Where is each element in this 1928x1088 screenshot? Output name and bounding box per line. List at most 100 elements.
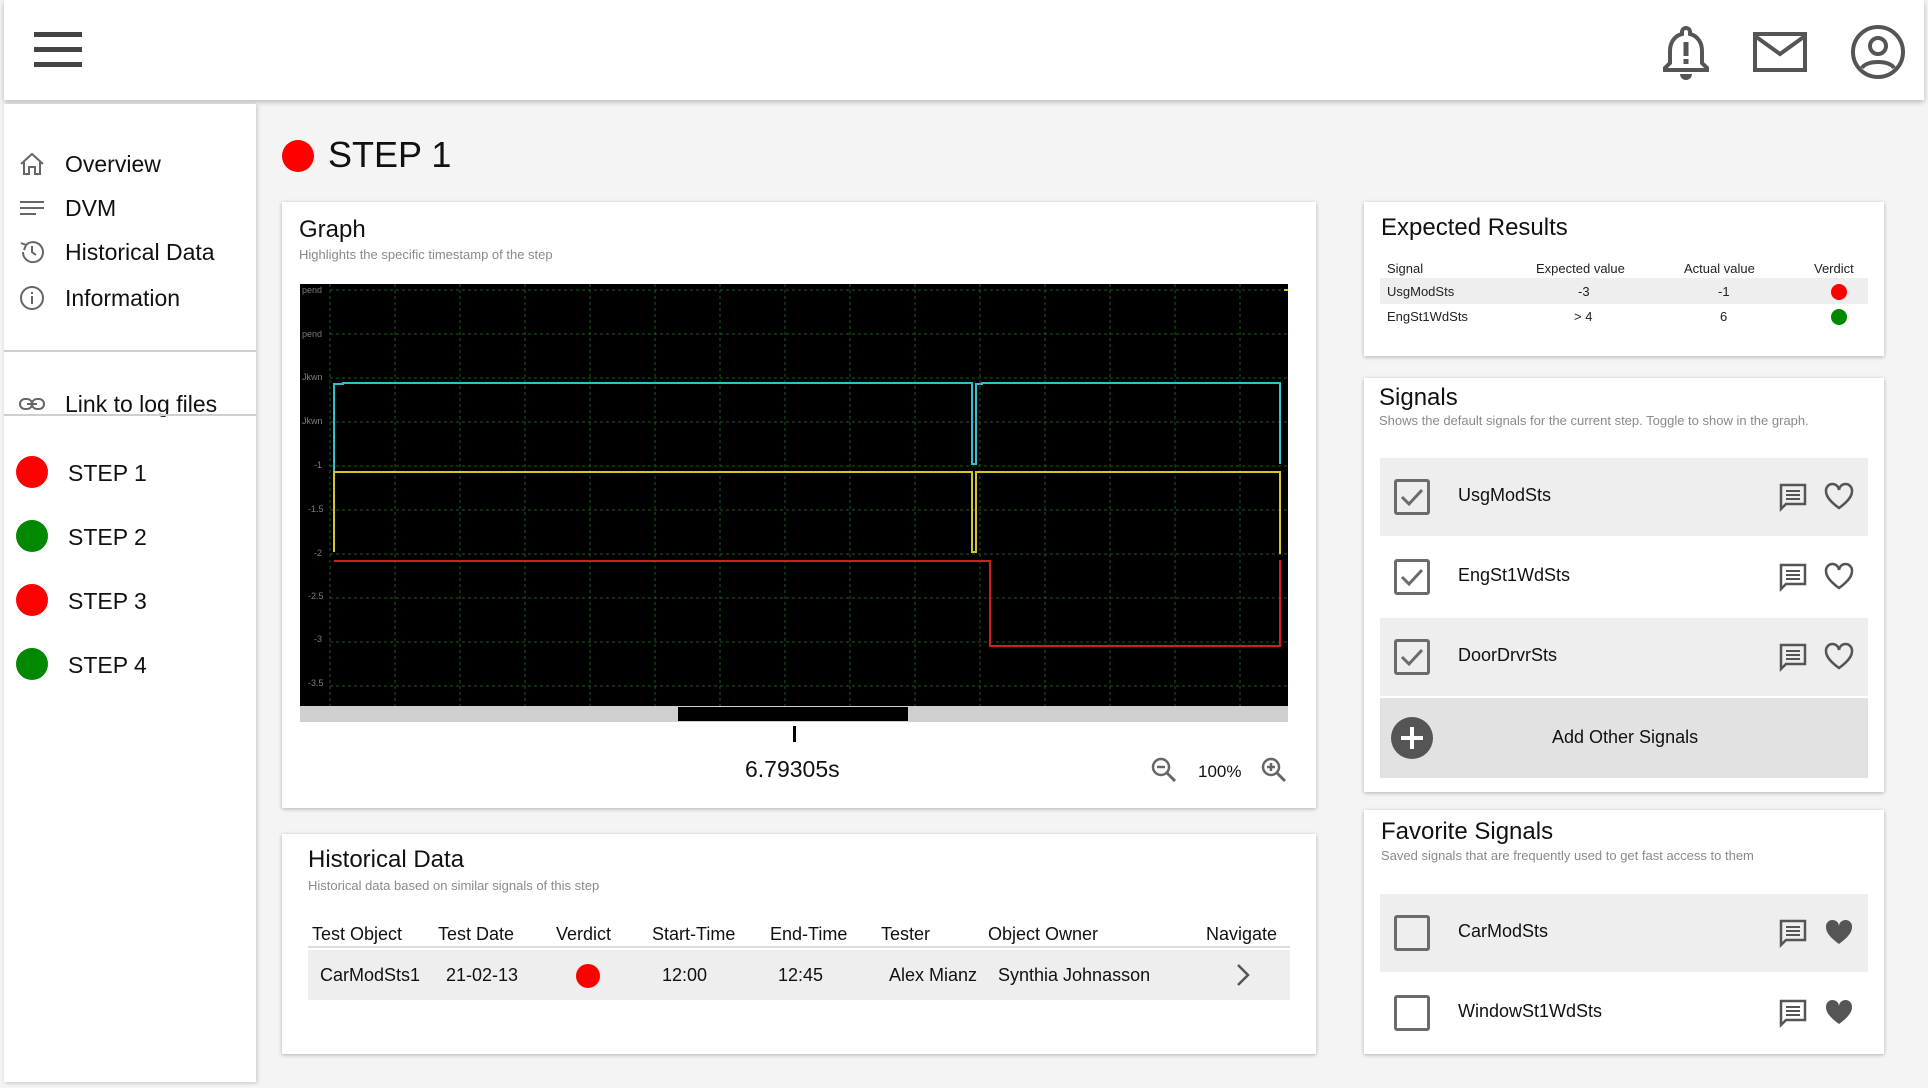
favorite-checkbox[interactable] bbox=[1394, 915, 1430, 951]
home-icon bbox=[20, 152, 44, 175]
signal-row-doordrvrsts[interactable]: DoorDrvrSts bbox=[1380, 618, 1868, 696]
signal-row-usgmodsts[interactable]: UsgModSts bbox=[1380, 458, 1868, 536]
y-tick-label: -2.5 bbox=[308, 591, 324, 601]
nav-label: Overview bbox=[65, 150, 161, 177]
cell-signal: UsgModSts bbox=[1387, 284, 1455, 299]
step-label: STEP 3 bbox=[68, 588, 147, 614]
checkmark-icon bbox=[1400, 488, 1424, 507]
account-icon[interactable] bbox=[1848, 22, 1908, 82]
nav-item-information[interactable]: Information bbox=[4, 278, 256, 318]
step-label: STEP 4 bbox=[68, 652, 147, 678]
nav-item-dvm[interactable]: DVM bbox=[4, 188, 256, 228]
verdict-dot-pass bbox=[1831, 309, 1847, 325]
chevron-right-icon[interactable] bbox=[1234, 962, 1252, 988]
favorite-row-windowst1wdsts[interactable]: WindowSt1WdSts bbox=[1380, 974, 1868, 1052]
signal-row-engst1wdsts[interactable]: EngSt1WdSts bbox=[1380, 538, 1868, 616]
status-dot-pass bbox=[16, 520, 48, 552]
column-header: End-Time bbox=[770, 924, 848, 944]
signal-checkbox[interactable] bbox=[1394, 559, 1430, 595]
comment-icon[interactable] bbox=[1778, 482, 1808, 512]
nav-label: Information bbox=[65, 284, 181, 311]
menu-icon[interactable] bbox=[34, 32, 84, 68]
column-header: Navigate bbox=[1206, 924, 1278, 944]
favorites-title: Favorite Signals bbox=[1381, 818, 1554, 845]
cell-expected: > 4 bbox=[1574, 309, 1593, 324]
column-header: Actual value bbox=[1684, 261, 1755, 276]
verdict-dot-fail bbox=[576, 964, 600, 988]
heart-filled-icon[interactable] bbox=[1824, 998, 1854, 1028]
zoom-level: 100% bbox=[1198, 762, 1242, 781]
zoom-out-icon[interactable] bbox=[1150, 756, 1178, 784]
cell-start-time: 12:00 bbox=[662, 965, 708, 985]
comment-icon[interactable] bbox=[1778, 998, 1808, 1028]
favorite-checkbox[interactable] bbox=[1394, 995, 1430, 1031]
favorite-label: CarModSts bbox=[1458, 921, 1549, 941]
signal-label: DoorDrvrSts bbox=[1458, 645, 1558, 665]
y-tick-label: pend bbox=[302, 329, 322, 339]
status-dot-fail bbox=[16, 584, 48, 616]
notification-bell-icon[interactable] bbox=[1656, 22, 1716, 82]
favorite-label: WindowSt1WdSts bbox=[1458, 1001, 1603, 1021]
y-tick-label: -3 bbox=[314, 634, 322, 644]
verdict-dot-fail bbox=[1831, 284, 1847, 300]
heart-outline-icon[interactable] bbox=[1824, 482, 1854, 512]
cell-expected: -3 bbox=[1578, 284, 1590, 299]
signals-title: Signals bbox=[1379, 384, 1458, 411]
favorite-row-carmodsts[interactable]: CarModSts bbox=[1380, 894, 1868, 972]
divider bbox=[4, 350, 256, 352]
expected-title: Expected Results bbox=[1381, 214, 1568, 241]
top-bar bbox=[4, 0, 1924, 100]
page-status-dot bbox=[282, 140, 314, 172]
cell-object-owner: Synthia Johnasson bbox=[998, 965, 1151, 985]
zoom-in-icon[interactable] bbox=[1260, 756, 1288, 784]
comment-icon[interactable] bbox=[1778, 642, 1808, 672]
graph-scrollbar-thumb[interactable] bbox=[678, 707, 908, 721]
nav-item-overview[interactable]: Overview bbox=[4, 144, 256, 184]
comment-icon[interactable] bbox=[1778, 918, 1808, 948]
nav-label: DVM bbox=[65, 194, 117, 221]
plus-circle-icon bbox=[1391, 717, 1433, 759]
signal-checkbox[interactable] bbox=[1394, 639, 1430, 675]
y-tick-label: pend bbox=[302, 285, 322, 295]
cell-signal: EngSt1WdSts bbox=[1387, 309, 1468, 324]
column-header: Start-Time bbox=[652, 924, 736, 944]
sidebar-step-4[interactable]: STEP 4 bbox=[4, 642, 256, 686]
y-tick-label: -1 bbox=[314, 460, 322, 470]
sidebar-step-2[interactable]: STEP 2 bbox=[4, 514, 256, 558]
add-signals-label: Add Other Signals bbox=[1552, 727, 1699, 747]
heart-filled-icon[interactable] bbox=[1824, 918, 1854, 948]
favorites-subtitle: Saved signals that are frequently used t… bbox=[1381, 848, 1754, 863]
signal-graph[interactable]: pend pend Jkwn Jkwn -1 -1.5 -2 -2.5 -3 -… bbox=[300, 284, 1288, 724]
sidebar-step-1[interactable]: STEP 1 bbox=[4, 450, 256, 494]
signal-checkbox[interactable] bbox=[1394, 479, 1430, 515]
y-tick-label: -1.5 bbox=[308, 504, 324, 514]
heart-outline-icon[interactable] bbox=[1824, 642, 1854, 672]
column-header: Tester bbox=[881, 924, 931, 944]
timestamp-marker bbox=[793, 726, 796, 742]
page-title: STEP 1 bbox=[328, 134, 452, 175]
y-tick-label: Jkwn bbox=[302, 416, 323, 426]
sidebar-step-3[interactable]: STEP 3 bbox=[4, 578, 256, 622]
checkmark-icon bbox=[1400, 648, 1424, 667]
historical-subtitle: Historical data based on similar signals… bbox=[308, 878, 600, 893]
add-other-signals-button[interactable]: Add Other Signals bbox=[1380, 698, 1868, 778]
heart-outline-icon[interactable] bbox=[1824, 562, 1854, 592]
cell-actual: 6 bbox=[1720, 309, 1728, 324]
graph-title: Graph bbox=[299, 216, 366, 243]
signal-label: UsgModSts bbox=[1458, 485, 1552, 505]
y-tick-label: -3.5 bbox=[308, 678, 324, 688]
nav-label: Historical Data bbox=[65, 238, 215, 265]
history-icon bbox=[20, 241, 44, 264]
link-to-log-files[interactable]: Link to log files bbox=[4, 384, 256, 424]
comment-icon[interactable] bbox=[1778, 562, 1808, 592]
graph-background bbox=[300, 284, 1288, 706]
column-header: Test Date bbox=[438, 924, 515, 944]
nav-item-historical-data[interactable]: Historical Data bbox=[4, 232, 256, 272]
y-tick-label: Jkwn bbox=[302, 372, 323, 382]
cell-test-object: CarModSts1 bbox=[320, 965, 421, 985]
column-header: Verdict bbox=[556, 924, 612, 944]
cell-actual: -1 bbox=[1718, 284, 1730, 299]
mail-icon[interactable] bbox=[1750, 22, 1810, 82]
list-icon bbox=[20, 201, 44, 215]
column-header: Signal bbox=[1387, 261, 1424, 276]
